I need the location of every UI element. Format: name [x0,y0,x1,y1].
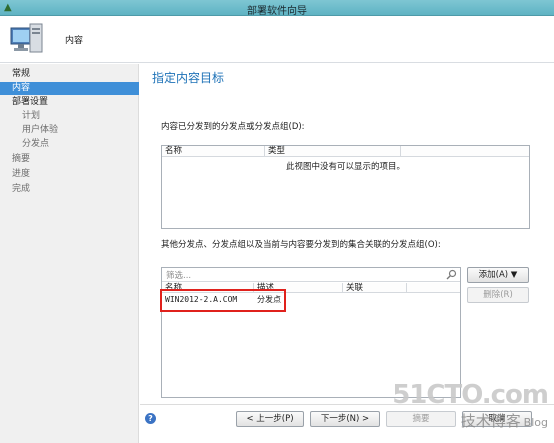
nav-item-user-experience[interactable]: 用户体验 [0,124,139,137]
wizard-header: 内容 [0,16,554,63]
add-button[interactable]: 添加(A) ▼ [467,267,529,283]
list-header: 名称 类型 [162,146,529,157]
previous-button[interactable]: < 上一步(P) [236,411,304,427]
nav-item-content[interactable]: 内容 [0,82,139,95]
page-title: 指定内容目标 [152,71,225,85]
filter-bar: 筛选... [162,268,460,282]
other-points-list[interactable]: 筛选... 名称 描述 关联 WIN2012-2.A.COM 分发点 [161,267,461,398]
nav-item-completion[interactable]: 完成 [0,183,139,196]
remove-button[interactable]: 删除(R) [467,287,529,303]
highlight-box [160,289,286,312]
watermark-line3: Blog [523,416,548,429]
watermark-line1: 51CTO.com [392,380,549,410]
nav-item-progress[interactable]: 进度 [0,168,139,181]
nav-item-general[interactable]: 常规 [0,68,139,81]
next-button[interactable]: 下一步(N) > [310,411,380,427]
watermark: 51CTO.com 技术博客 Blog [392,380,549,431]
nav-item-schedule[interactable]: 计划 [0,110,139,123]
nav-item-distribution-points[interactable]: 分发点 [0,138,139,151]
nav-item-deployment-settings[interactable]: 部署设置 [0,96,139,109]
watermark-line2: 技术博客 [460,412,521,430]
search-icon[interactable] [446,269,457,280]
other-points-label: 其他分发点、分发点组以及当前与内容要分发到的集合关联的分发点组(O): [161,240,441,250]
window-title: 部署软件向导 [247,6,307,17]
help-icon[interactable]: ? [145,413,156,424]
column-type[interactable]: 类型 [265,146,401,157]
empty-list-message: 此视图中没有可以显示的项目。 [285,162,405,172]
header-title: 内容 [65,36,84,46]
main-panel: 指定内容目标 内容已分发到的分发点或分发点组(D): 名称 类型 此视图中没有可… [140,64,554,404]
computer-icon [10,23,43,53]
wizard-sidebar: 常规 内容 部署设置 计划 用户体验 分发点 摘要 进度 完成 [0,64,139,443]
column-name[interactable]: 名称 [162,146,265,157]
distributed-points-list[interactable]: 名称 类型 此视图中没有可以显示的项目。 [161,145,530,229]
distributed-list-label: 内容已分发到的分发点或分发点组(D): [161,122,305,132]
column-association[interactable]: 关联 [343,283,407,293]
nav-item-summary[interactable]: 摘要 [0,153,139,166]
filter-input[interactable]: 筛选... [166,269,191,281]
title-bar: ▲ 部署软件向导 [0,0,554,17]
